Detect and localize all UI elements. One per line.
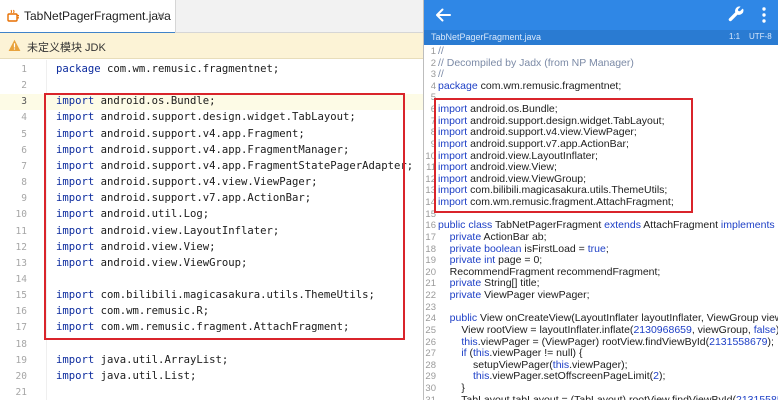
code-line[interactable]: 1 package com.wm.remusic.fragmentnet; — [0, 62, 423, 78]
code-line[interactable]: 4 package com.wm.remusic.fragmentnet; — [424, 79, 778, 93]
line-number: 16 — [425, 220, 436, 232]
code-text: // Decompiled by Jadx (from NP Manager) — [438, 56, 634, 69]
line-number: 13 — [15, 257, 27, 269]
ide-tab-bar: TabNetPagerFragment.java ✕ — [0, 0, 423, 34]
line-number: 4 — [430, 80, 436, 92]
code-line[interactable]: 2 — [0, 78, 423, 94]
line-number: 16 — [15, 306, 27, 318]
line-number: 26 — [425, 336, 436, 348]
code-line[interactable]: 2// Decompiled by Jadx (from NP Manager) — [424, 56, 778, 70]
line-number: 15 — [15, 290, 27, 302]
line-number: 9 — [21, 193, 27, 205]
code-line[interactable]: 30 } — [424, 381, 778, 395]
code-line[interactable]: 19 private int page = 0; — [424, 254, 778, 267]
java-file-icon — [7, 9, 19, 22]
code-line[interactable]: 22 private ViewPager viewPager; — [424, 289, 778, 302]
code-text: private int page = 0; — [449, 254, 543, 267]
tab-tabnetpagerfragment[interactable]: TabNetPagerFragment.java ✕ — [0, 0, 176, 34]
highlight-box — [434, 98, 693, 213]
line-number: 21 — [15, 387, 27, 398]
cursor-position: 1:1 — [729, 32, 741, 41]
line-number: 17 — [425, 231, 436, 243]
line-number: 1 — [430, 46, 436, 57]
code-text: import java.util.List; — [56, 369, 197, 382]
wrench-icon[interactable] — [728, 6, 745, 23]
warning-banner: 未定义模块 JDK — [0, 33, 423, 59]
line-number: 3 — [430, 69, 436, 81]
code-line[interactable]: 29 this.viewPager.setOffscreenPageLimit(… — [424, 371, 778, 383]
line-number: 2 — [21, 80, 27, 92]
code-text: TabLayout tabLayout = (TabLayout) rootVi… — [438, 393, 778, 400]
line-number: 12 — [15, 241, 27, 253]
code-text: } — [438, 381, 465, 394]
warning-icon — [8, 39, 21, 51]
line-number: 30 — [425, 382, 436, 394]
line-number: 24 — [425, 313, 436, 325]
line-number: 20 — [15, 370, 27, 382]
line-number: 14 — [15, 273, 27, 285]
code-line[interactable]: 31 TabLayout tabLayout = (TabLayout) roo… — [424, 393, 778, 400]
line-number: 25 — [425, 324, 436, 336]
line-number: 3 — [21, 96, 27, 108]
line-number: 31 — [424, 395, 436, 400]
line-number: 21 — [425, 278, 436, 290]
line-number: 23 — [425, 301, 436, 313]
line-number: 4 — [21, 112, 27, 124]
viewer-pane: TabNetPagerFragment.java 1:1 UTF-8 1//2/… — [424, 0, 778, 400]
line-number: 20 — [425, 266, 436, 278]
more-vert-icon[interactable] — [761, 6, 767, 24]
close-icon[interactable]: ✕ — [156, 9, 166, 23]
tab-label: TabNetPagerFragment.java — [24, 9, 171, 23]
code-text: package com.wm.remusic.fragmentnet; — [56, 63, 280, 75]
file-name: TabNetPagerFragment.java — [431, 32, 542, 42]
line-number: 7 — [21, 160, 27, 172]
code-text: this.viewPager.setOffscreenPageLimit(2); — [473, 370, 666, 383]
line-number: 22 — [425, 290, 436, 302]
line-number: 17 — [15, 322, 27, 334]
file-info-bar: TabNetPagerFragment.java 1:1 UTF-8 — [424, 30, 778, 45]
line-number: 19 — [15, 354, 27, 366]
line-number: 1 — [21, 64, 27, 75]
line-number: 18 — [15, 338, 27, 350]
app-bar — [424, 0, 778, 30]
code-text: import java.util.ArrayList; — [56, 353, 229, 366]
line-number: 19 — [425, 255, 436, 267]
code-line[interactable]: 27 if (this.viewPager != null) { — [424, 347, 778, 360]
warning-text: 未定义模块 JDK — [27, 42, 106, 54]
code-line[interactable]: 20 import java.util.List; — [0, 369, 423, 385]
back-arrow-icon[interactable] — [434, 6, 452, 24]
line-number: 28 — [425, 359, 436, 371]
line-number: 8 — [21, 177, 27, 189]
line-number: 5 — [21, 128, 27, 140]
line-number: 29 — [425, 371, 436, 383]
line-number: 11 — [15, 225, 27, 237]
highlight-box — [44, 93, 405, 340]
line-number: 18 — [425, 243, 436, 255]
code-line[interactable]: 19 import java.util.ArrayList; — [0, 353, 423, 369]
line-number: 6 — [21, 144, 27, 156]
line-number: 27 — [425, 348, 436, 360]
code-line[interactable]: 21 — [0, 385, 423, 400]
ide-pane: TabNetPagerFragment.java ✕ 未定义模块 JDK 1 pa… — [0, 0, 423, 400]
encoding-label: UTF-8 — [749, 32, 772, 41]
code-text: private ViewPager viewPager; — [449, 289, 590, 302]
line-number: 2 — [430, 57, 436, 69]
line-number: 10 — [15, 209, 27, 221]
code-text: package com.wm.remusic.fragmentnet; — [438, 79, 622, 92]
